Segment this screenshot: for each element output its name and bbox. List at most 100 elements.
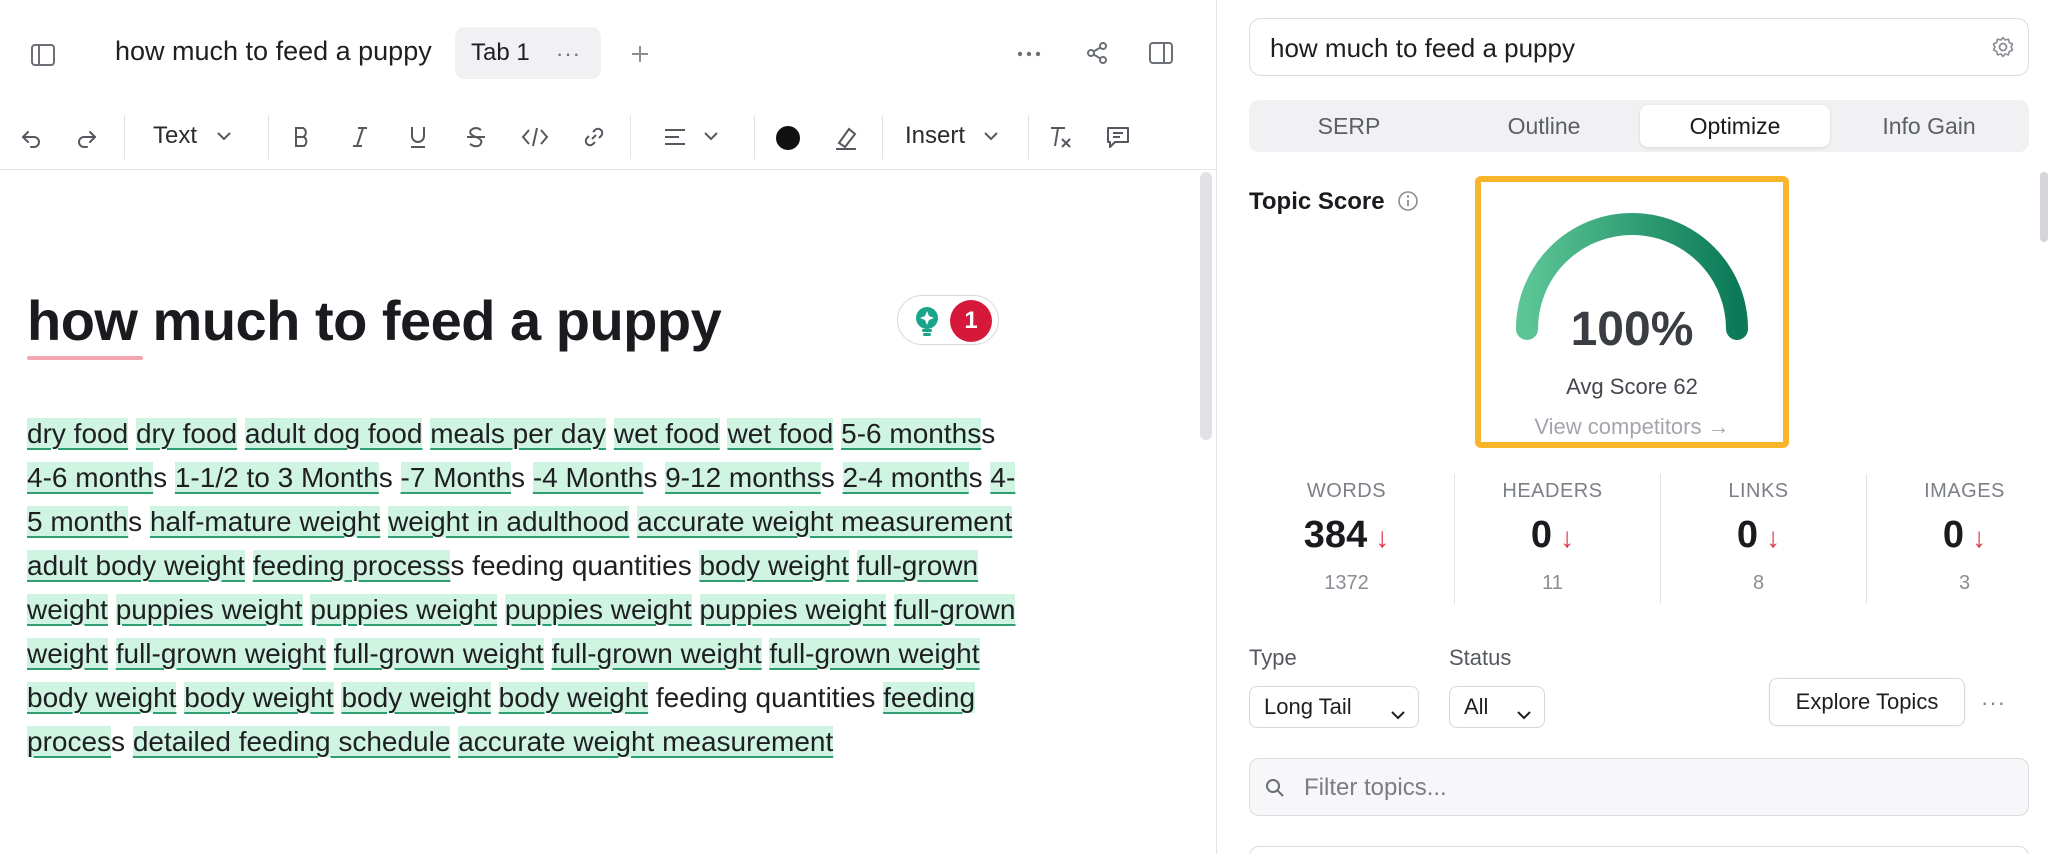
stat-target: 8: [1752, 572, 1765, 594]
keyword-highlight[interactable]: body weight: [184, 682, 334, 713]
toolbar-divider: [124, 115, 125, 159]
filter-topics-input[interactable]: [1304, 771, 2004, 805]
document-title[interactable]: how much to feed a puppy: [115, 36, 432, 67]
tab-outline[interactable]: Outline: [1449, 105, 1639, 147]
keyword-highlight[interactable]: -4 Month: [532, 462, 644, 493]
tab-info-gain[interactable]: Info Gain: [1834, 105, 2024, 147]
chevron-down-icon[interactable]: [216, 129, 232, 147]
paragraph-text: [108, 638, 116, 669]
keyword-paragraph[interactable]: dry food dry food adult dog food meals p…: [27, 412, 1027, 764]
keyword-highlight[interactable]: puppies weight: [115, 594, 303, 625]
panel-toggle-icon[interactable]: [1146, 38, 1176, 68]
keyword-highlight[interactable]: dry food: [135, 418, 238, 449]
document-heading[interactable]: how much to feed a puppy: [27, 288, 722, 353]
keyword-highlight[interactable]: 1-1/2 to 3 Month: [174, 462, 379, 493]
chevron-down-icon[interactable]: [983, 129, 999, 147]
tab-label: Tab 1: [471, 39, 530, 66]
keyword-highlight[interactable]: -7 Month: [400, 462, 512, 493]
stat-label: IMAGES: [1924, 480, 2005, 502]
keyword-highlight[interactable]: body weight: [27, 682, 177, 713]
suggestion-badge[interactable]: 1: [897, 295, 999, 345]
keyword-highlight[interactable]: wet food: [727, 418, 834, 449]
type-filter-dropdown[interactable]: Long Tail: [1249, 686, 1419, 728]
paragraph-text: [380, 506, 388, 537]
keyword-highlight[interactable]: full-grown weight: [551, 638, 762, 669]
keyword-highlight[interactable]: adult body weight: [27, 550, 245, 581]
stat-value: 0 ↓: [1530, 514, 1575, 556]
keyword-highlight[interactable]: 4-6 month: [27, 462, 154, 493]
keyword-highlight[interactable]: accurate weight measurement: [458, 726, 834, 757]
keyword-highlight[interactable]: 9-12 months: [665, 462, 821, 493]
view-competitors-link[interactable]: View competitors →: [1481, 414, 1783, 440]
bold-icon[interactable]: [286, 121, 318, 153]
suggestion-count: 1: [950, 300, 992, 342]
more-icon[interactable]: [1014, 40, 1044, 68]
comment-icon[interactable]: [1102, 121, 1134, 153]
toolbar-divider: [1028, 115, 1029, 159]
keyword-highlight[interactable]: adult dog food: [244, 418, 423, 449]
keyword-highlight[interactable]: puppies weight: [310, 594, 498, 625]
keyword-highlight[interactable]: accurate weight measurement: [637, 506, 1013, 537]
stat-target: 1372: [1324, 572, 1369, 594]
keyword-highlight[interactable]: dry food: [27, 418, 129, 449]
paragraph-text: [491, 682, 499, 713]
link-icon[interactable]: [578, 121, 610, 153]
tab-menu-icon[interactable]: ···: [556, 41, 581, 67]
keyword-highlight[interactable]: body weight: [699, 550, 849, 581]
editor-scrollbar[interactable]: [1200, 172, 1212, 440]
undo-icon[interactable]: [16, 123, 46, 153]
keyword-highlight[interactable]: wet food: [613, 418, 720, 449]
paragraph-text: feeding quantities: [648, 682, 884, 713]
toolbar-divider: [268, 115, 269, 159]
topic-score-label: Topic Score: [1249, 188, 1385, 215]
highlighter-icon[interactable]: [830, 123, 862, 153]
keyword-highlight[interactable]: 2-4 month: [842, 462, 969, 493]
stat-label: LINKS: [1728, 480, 1789, 502]
align-icon[interactable]: [660, 123, 690, 151]
tab-serp[interactable]: SERP: [1254, 105, 1444, 147]
italic-icon[interactable]: [344, 121, 376, 153]
more-icon[interactable]: ···: [1981, 690, 2006, 716]
gear-icon[interactable]: [1992, 36, 2014, 63]
clear-format-icon[interactable]: [1044, 121, 1076, 153]
text-color-icon[interactable]: [772, 123, 804, 153]
paragraph-text: s feeding quantities: [450, 550, 700, 581]
redo-icon[interactable]: [72, 123, 102, 153]
code-icon[interactable]: [518, 121, 552, 153]
tab-optimize[interactable]: Optimize: [1640, 105, 1830, 147]
keyword-highlight[interactable]: meals per day: [430, 418, 607, 449]
panel-scrollbar[interactable]: [2040, 172, 2048, 242]
toolbar-divider: [882, 115, 883, 159]
topics-list-top: [1249, 846, 2029, 854]
filter-topics-field[interactable]: [1249, 758, 2029, 816]
keyword-highlight[interactable]: full-grown weight: [115, 638, 326, 669]
info-icon[interactable]: [1397, 190, 1419, 217]
tab-1[interactable]: Tab 1 ···: [455, 27, 601, 79]
share-icon[interactable]: [1082, 38, 1112, 68]
keyword-highlight[interactable]: 5-6 months: [841, 418, 982, 449]
keyword-highlight[interactable]: body weight: [341, 682, 491, 713]
explore-topics-button[interactable]: Explore Topics: [1769, 678, 1965, 726]
stat-label: HEADERS: [1502, 480, 1603, 502]
keyword-highlight[interactable]: full-grown weight: [333, 638, 544, 669]
app-root: how much to feed a puppy Tab 1 ··· Text …: [0, 0, 2048, 854]
underline-icon[interactable]: [402, 121, 434, 153]
keyword-search-field[interactable]: how much to feed a puppy: [1249, 18, 2029, 76]
keyword-highlight[interactable]: half-mature weight: [149, 506, 381, 537]
plus-icon[interactable]: [626, 40, 654, 68]
keyword-highlight[interactable]: puppies weight: [699, 594, 887, 625]
keyword-highlight[interactable]: full-grown weight: [769, 638, 980, 669]
chevron-down-icon[interactable]: [703, 129, 719, 147]
sidebar-toggle-icon[interactable]: [28, 40, 58, 70]
strikethrough-icon[interactable]: [460, 121, 492, 153]
insert-dropdown[interactable]: Insert: [905, 122, 965, 150]
keyword-highlight[interactable]: feeding process: [252, 550, 451, 581]
keyword-highlight[interactable]: body weight: [498, 682, 649, 713]
keyword-highlight[interactable]: detailed feeding schedule: [132, 726, 451, 757]
keyword-highlight[interactable]: weight in adulthood: [388, 506, 630, 537]
paragraph-text: [629, 506, 637, 537]
paragraph-text: [237, 418, 245, 449]
keyword-highlight[interactable]: puppies weight: [504, 594, 692, 625]
text-style-dropdown[interactable]: Text: [153, 122, 197, 150]
status-filter-dropdown[interactable]: All: [1449, 686, 1545, 728]
